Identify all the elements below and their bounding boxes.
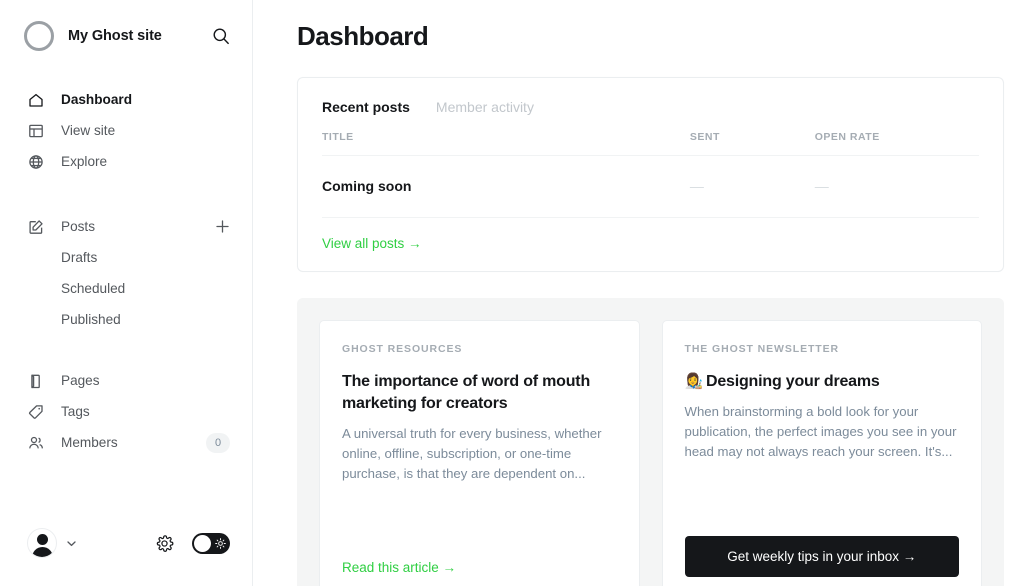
ghost-logo-icon	[24, 21, 54, 51]
resource-footer: Read this article →	[342, 541, 617, 577]
column-header-open-rate: OPEN RATE	[814, 131, 979, 156]
site-name: My Ghost site	[68, 28, 162, 44]
sidebar-item-label: View site	[61, 123, 116, 138]
gear-icon[interactable]	[155, 534, 174, 553]
column-header-title: TITLE	[322, 131, 690, 156]
theme-toggle[interactable]	[192, 532, 230, 554]
artist-emoji-icon: 👩‍🎨	[684, 373, 704, 390]
pages-icon	[27, 372, 44, 389]
resource-footer: Get weekly tips in your inbox →	[684, 518, 959, 577]
resource-kicker: GHOST RESOURCES	[342, 343, 463, 355]
user-avatar-icon	[27, 528, 57, 558]
sidebar-item-drafts[interactable]: Drafts	[0, 242, 252, 273]
sidebar-item-label: Pages	[61, 373, 100, 388]
sidebar-item-label: Drafts	[61, 250, 98, 265]
search-icon[interactable]	[212, 27, 230, 45]
resource-card-ghost-newsletter: THE GHOST NEWSLETTER 👩‍🎨 Designing your d…	[661, 320, 982, 586]
user-menu[interactable]	[27, 528, 78, 558]
resource-card-ghost-resources: GHOST RESOURCES The importance of word o…	[319, 320, 640, 586]
sidebar-header: My Ghost site	[0, 0, 252, 72]
sidebar-item-label: Scheduled	[61, 281, 126, 296]
sidebar-item-label: Posts	[61, 219, 95, 234]
recent-posts-tabs: Recent posts Member activity	[322, 78, 979, 115]
members-count-badge: 0	[206, 432, 230, 453]
sun-icon	[215, 537, 226, 549]
tag-icon	[27, 403, 44, 420]
sidebar-item-view-site[interactable]: View site	[0, 115, 252, 146]
table-row[interactable]: Coming soon — —	[322, 155, 979, 218]
sidebar-nav-primary: Dashboard View site Explore	[0, 84, 252, 177]
resource-description: A universal truth for every business, wh…	[342, 426, 602, 482]
recent-posts-card: Recent posts Member activity TITLE SENT …	[297, 77, 1004, 272]
sidebar-item-pages[interactable]: Pages	[0, 365, 252, 396]
app-root: My Ghost site Dashboard View site Explor…	[0, 0, 1024, 586]
home-icon	[27, 91, 44, 108]
plus-icon[interactable]	[215, 219, 230, 234]
sidebar-item-label: Published	[61, 312, 121, 327]
tab-member-activity[interactable]: Member activity	[436, 99, 534, 115]
sidebar-nav-posts: Posts Drafts Scheduled Published	[0, 211, 252, 335]
sidebar-footer-actions	[155, 532, 230, 554]
sidebar-item-tags[interactable]: Tags	[0, 396, 252, 427]
sidebar-item-published[interactable]: Published	[0, 304, 252, 335]
members-icon	[27, 434, 44, 451]
main-content: Dashboard Recent posts Member activity T…	[253, 0, 1024, 586]
resource-title: The importance of word of mouth marketin…	[342, 373, 591, 413]
column-header-sent: SENT	[689, 131, 815, 156]
table-header-row: TITLE SENT OPEN RATE	[322, 131, 979, 156]
sidebar-item-label: Members	[61, 435, 118, 450]
sidebar-item-label: Dashboard	[61, 92, 133, 107]
chevron-down-icon[interactable]	[65, 537, 78, 550]
layout-icon	[27, 122, 44, 139]
sidebar-item-scheduled[interactable]: Scheduled	[0, 273, 252, 304]
sidebar-item-label: Explore	[61, 154, 108, 169]
page-title: Dashboard	[297, 21, 429, 51]
cell-open-rate: —	[814, 155, 979, 218]
toggle-knob	[194, 534, 211, 552]
cell-post-title: Coming soon	[322, 155, 690, 218]
resource-kicker: THE GHOST NEWSLETTER	[684, 343, 839, 355]
recent-posts-table: TITLE SENT OPEN RATE Coming soon — —	[322, 131, 979, 218]
resource-description: When brainstorming a bold look for your …	[684, 404, 957, 460]
edit-post-icon	[27, 218, 44, 235]
sidebar: My Ghost site Dashboard View site Explor…	[0, 0, 253, 586]
tab-recent-posts[interactable]: Recent posts	[322, 99, 410, 115]
resource-title-text: Designing your dreams	[705, 373, 880, 390]
sidebar-item-dashboard[interactable]: Dashboard	[0, 84, 252, 115]
get-weekly-tips-button[interactable]: Get weekly tips in your inbox →	[684, 536, 959, 577]
sidebar-nav-secondary: Pages Tags Members 0	[0, 365, 252, 458]
read-this-article-link[interactable]: Read this article →	[342, 560, 456, 575]
resource-title: 👩‍🎨 Designing your dreams	[685, 371, 960, 393]
sidebar-footer	[0, 510, 252, 586]
view-all-posts-link[interactable]: View all posts →	[322, 218, 422, 271]
sidebar-item-explore[interactable]: Explore	[0, 146, 252, 177]
globe-icon	[27, 153, 44, 170]
cell-sent: —	[689, 155, 815, 218]
sidebar-item-label: Tags	[61, 404, 90, 419]
resources-panel: GHOST RESOURCES The importance of word o…	[297, 298, 1004, 586]
sidebar-item-members[interactable]: Members 0	[0, 427, 252, 458]
sidebar-item-posts[interactable]: Posts	[0, 211, 252, 242]
